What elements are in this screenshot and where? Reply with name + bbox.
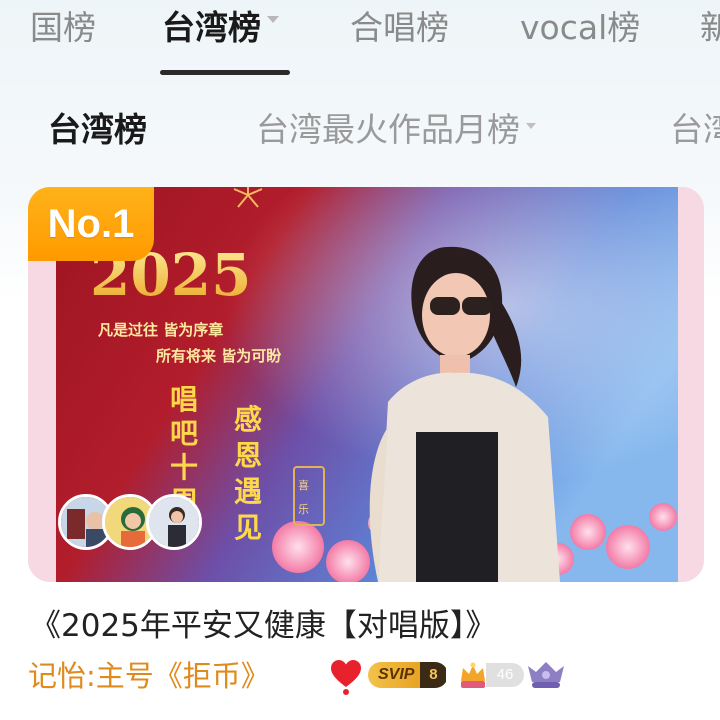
tab-national-chart[interactable]: 国榜 <box>30 4 96 52</box>
active-tab-indicator <box>160 70 290 75</box>
tab-new-chart[interactable]: 新 <box>700 4 720 52</box>
top-song-card[interactable]: 2025 凡是过往 皆为序章 所有将来 皆为可盼 唱 吧 十 周 感 恩 遇 见… <box>28 187 704 582</box>
tab-taiwan-chart-label: 台湾榜 <box>162 8 261 47</box>
chevron-down-icon <box>526 122 536 129</box>
subtab-taiwan-monthly-hot[interactable]: 台湾最火作品月榜 <box>256 108 536 152</box>
subtab-taiwan[interactable]: 台湾榜 <box>48 108 147 152</box>
user-level-badge: 46 <box>486 663 524 687</box>
song-title[interactable]: 《2025年平安又健康【对唱版】》 <box>30 604 496 648</box>
rank-emblem-icon <box>528 662 564 688</box>
cover-vertical-left-2: 吧 <box>170 417 198 450</box>
song-meta-row: 记怡:主号《拒币》 SVIP 8 46 <box>28 654 718 698</box>
cover-vertical-left-3: 十 <box>170 451 198 484</box>
svg-text:喜: 喜 <box>298 479 309 492</box>
svip-label: SVIP <box>368 662 421 688</box>
cover-line1-text: 凡是过往 皆为序章 <box>98 321 223 339</box>
tab-duet-chart[interactable]: 合唱榜 <box>350 4 449 52</box>
sub-tab-bar: 台湾榜 台湾最火作品月榜 台湾 <box>0 100 720 160</box>
avatar[interactable] <box>146 494 202 550</box>
subtab-taiwan-more[interactable]: 台湾 <box>670 108 720 152</box>
tab-taiwan-chart[interactable]: 台湾榜 <box>162 4 279 52</box>
cover-vertical-right-3: 遇 <box>234 475 262 508</box>
subtab-taiwan-monthly-hot-label: 台湾最火作品月榜 <box>256 110 520 149</box>
cover-vertical-right-4: 见 <box>234 511 262 544</box>
svg-text:乐: 乐 <box>298 503 309 516</box>
rank-badge: No.1 <box>28 187 154 261</box>
chevron-down-icon <box>267 16 279 23</box>
cover-vertical-right-1: 感 <box>234 403 262 436</box>
cover-line2-text: 所有将来 皆为可盼 <box>156 347 281 365</box>
top-tab-bar: 国榜 台湾榜 合唱榜 vocal榜 新 <box>0 0 720 80</box>
cover-vertical-left-1: 唱 <box>170 383 198 416</box>
author-name[interactable]: 记怡:主号《拒币》 <box>28 654 270 698</box>
heart-pin-icon <box>331 660 361 695</box>
svip-badge: SVIP 8 <box>368 662 448 688</box>
crown-icon <box>461 662 485 688</box>
cover-vertical-right-2: 恩 <box>234 439 262 472</box>
tab-vocal-chart[interactable]: vocal榜 <box>520 4 640 52</box>
svip-level: 8 <box>420 662 447 688</box>
